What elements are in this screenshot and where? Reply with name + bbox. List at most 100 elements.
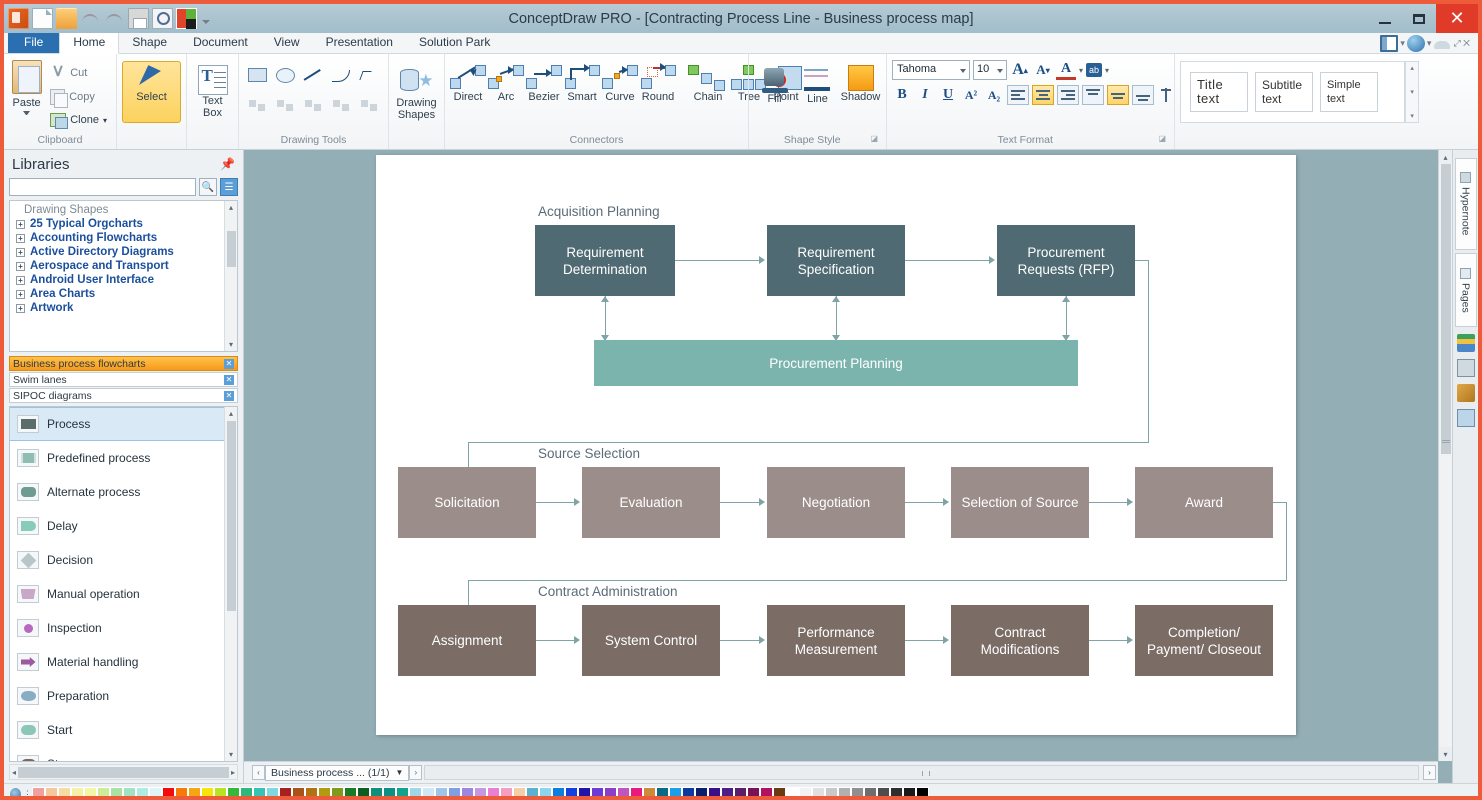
- drawing-shapes-button[interactable]: Drawing Shapes: [394, 61, 439, 121]
- maximize-button[interactable]: [1402, 4, 1436, 33]
- expand-icon[interactable]: +: [16, 290, 25, 299]
- tab-file[interactable]: File: [8, 32, 59, 53]
- palette-swatch[interactable]: [721, 787, 734, 800]
- scrollbar-thumb[interactable]: [1441, 164, 1451, 454]
- palette-swatch[interactable]: [760, 787, 773, 800]
- style-simple-text[interactable]: Simple text: [1320, 72, 1378, 112]
- quick-access-toolbar[interactable]: [4, 8, 212, 29]
- color-theme-icon[interactable]: [176, 8, 197, 29]
- palette-swatch[interactable]: [84, 787, 97, 800]
- underline-button[interactable]: U: [938, 85, 958, 105]
- node-selection-of-source[interactable]: Selection of Source: [951, 467, 1089, 538]
- palette-swatch[interactable]: [331, 787, 344, 800]
- fill-button[interactable]: Fill: [754, 61, 795, 105]
- subscript-button[interactable]: A₂: [984, 85, 1004, 105]
- palette-swatch[interactable]: [630, 787, 643, 800]
- libraries-tree[interactable]: Drawing Shapes + 25 Typical Orgcharts + …: [9, 200, 238, 352]
- object-icon[interactable]: [1457, 359, 1475, 377]
- palette-swatch[interactable]: [344, 787, 357, 800]
- node-system-control[interactable]: System Control: [582, 605, 720, 676]
- align-left-button[interactable]: [1007, 85, 1029, 105]
- scroll-left-icon[interactable]: ◂: [12, 768, 16, 777]
- palette-swatch[interactable]: [734, 787, 747, 800]
- ellipse-tool-icon[interactable]: [272, 61, 298, 89]
- node-evaluation[interactable]: Evaluation: [582, 467, 720, 538]
- palette-swatch[interactable]: [565, 787, 578, 800]
- tab-view[interactable]: View: [261, 32, 313, 53]
- list-item[interactable]: Delay: [10, 509, 237, 543]
- align-center-button[interactable]: [1032, 85, 1054, 105]
- bold-button[interactable]: B: [892, 85, 912, 105]
- palette-swatch[interactable]: [58, 787, 71, 800]
- palette-swatch[interactable]: [227, 787, 240, 800]
- chevron-down-icon[interactable]: ▾: [1105, 66, 1109, 75]
- gallery-expand-icon[interactable]: ▾: [1410, 112, 1414, 120]
- node-assignment[interactable]: Assignment: [398, 605, 536, 676]
- palette-swatch[interactable]: [825, 787, 838, 800]
- palette-swatch[interactable]: [292, 787, 305, 800]
- palette-swatch[interactable]: [617, 787, 630, 800]
- arrange-tool-icon[interactable]: [356, 91, 382, 119]
- paste-button[interactable]: Paste: [9, 57, 44, 115]
- opened-library-swim-lanes[interactable]: Swim lanes ✕: [9, 372, 238, 387]
- connector-bezier-button[interactable]: Bezier: [526, 61, 562, 103]
- node-procurement-requests-rfp[interactable]: Procurement Requests (RFP): [997, 225, 1135, 296]
- print-preview-icon[interactable]: [152, 8, 173, 29]
- node-solicitation[interactable]: Solicitation: [398, 467, 536, 538]
- shrink-font-button[interactable]: A▾: [1033, 60, 1053, 80]
- tree-node-25-typical-orgcharts[interactable]: + 25 Typical Orgcharts: [10, 217, 237, 231]
- close-icon[interactable]: ✕: [224, 391, 234, 401]
- scrollbar-grip[interactable]: [922, 771, 930, 776]
- clone-button[interactable]: Clone ▾: [46, 111, 111, 129]
- tree-node-drawing-shapes[interactable]: Drawing Shapes: [10, 203, 237, 217]
- connector-direct-button[interactable]: Direct: [450, 61, 486, 103]
- scrollbar-thumb[interactable]: [18, 767, 229, 778]
- list-item[interactable]: Material handling: [10, 645, 237, 679]
- minimize-button[interactable]: [1368, 4, 1402, 33]
- palette-swatch[interactable]: [422, 787, 435, 800]
- list-item[interactable]: Start: [10, 713, 237, 747]
- tree-node-accounting-flowcharts[interactable]: + Accounting Flowcharts: [10, 231, 237, 245]
- palette-swatch[interactable]: [279, 787, 292, 800]
- palette-swatch[interactable]: [578, 787, 591, 800]
- conceptdraw-logo-icon[interactable]: [8, 8, 29, 29]
- expand-icon[interactable]: +: [16, 262, 25, 271]
- library-search-input[interactable]: [9, 178, 196, 196]
- palette-swatch[interactable]: [539, 787, 552, 800]
- close-icon[interactable]: ✕: [224, 375, 234, 385]
- tab-solution-park[interactable]: Solution Park: [406, 32, 503, 53]
- list-item[interactable]: Preparation: [10, 679, 237, 713]
- expand-icon[interactable]: +: [16, 234, 25, 243]
- node-requirement-determination[interactable]: Requirement Determination: [535, 225, 675, 296]
- palette-swatch[interactable]: [799, 787, 812, 800]
- node-performance-measurement[interactable]: Performance Measurement: [767, 605, 905, 676]
- palette-swatch[interactable]: [396, 787, 409, 800]
- rectangle-tool-icon[interactable]: [244, 61, 270, 89]
- palette-swatch[interactable]: [136, 787, 149, 800]
- list-item[interactable]: Decision: [10, 543, 237, 577]
- palette-swatch[interactable]: [708, 787, 721, 800]
- align-top-button[interactable]: [1082, 85, 1104, 105]
- palette-swatch[interactable]: [747, 787, 760, 800]
- customize-qat-icon[interactable]: [200, 8, 212, 29]
- brush-icon[interactable]: [1457, 384, 1475, 402]
- palette-swatch[interactable]: [214, 787, 227, 800]
- connector-arc-button[interactable]: Arc: [488, 61, 524, 103]
- chevron-down-icon[interactable]: ▼: [395, 768, 403, 777]
- palette-swatch[interactable]: [526, 787, 539, 800]
- shape-list[interactable]: Process Predefined process Alternate pro…: [9, 406, 238, 762]
- connector-round-button[interactable]: Round: [640, 61, 676, 103]
- list-item[interactable]: Predefined process: [10, 441, 237, 475]
- list-item[interactable]: Alternate process: [10, 475, 237, 509]
- list-item[interactable]: Manual operation: [10, 577, 237, 611]
- palette-swatch[interactable]: [838, 787, 851, 800]
- undo-icon[interactable]: [80, 8, 101, 29]
- polyline-tool-icon[interactable]: [356, 61, 382, 89]
- group-tool-icon[interactable]: [328, 91, 354, 119]
- dock-tab-hypernote[interactable]: Hypernote: [1455, 158, 1477, 250]
- palette-swatch[interactable]: [383, 787, 396, 800]
- palette-swatch[interactable]: [591, 787, 604, 800]
- shape-style-dialog-launcher[interactable]: ◪: [870, 134, 878, 143]
- tab-home[interactable]: Home: [59, 31, 119, 54]
- expand-icon[interactable]: +: [16, 276, 25, 285]
